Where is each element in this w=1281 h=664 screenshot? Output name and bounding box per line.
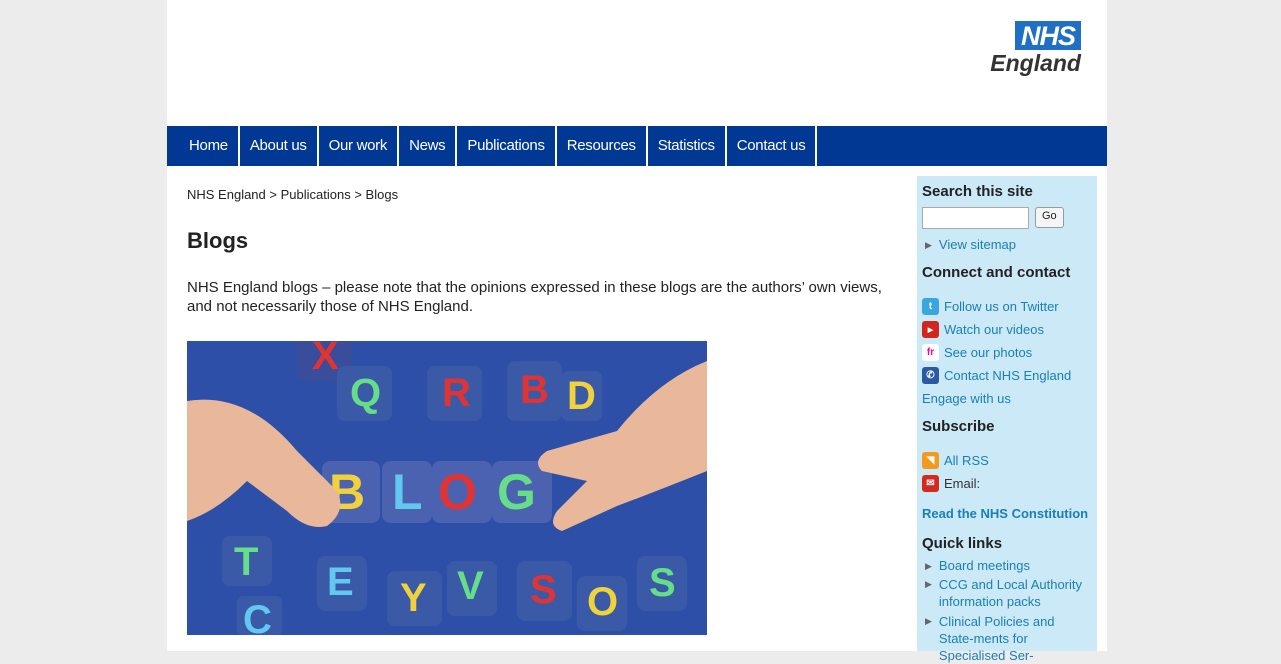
quick-link-board-meetings[interactable]: Board meetings [939, 558, 1030, 573]
nav-our-work[interactable]: Our work [319, 126, 400, 166]
page-title: Blogs [187, 228, 249, 253]
nav-publications[interactable]: Publications [457, 126, 557, 166]
nav-resources[interactable]: Resources [557, 126, 648, 166]
quick-links-heading: Quick links [922, 535, 1003, 552]
engage-link[interactable]: Engage with us [922, 391, 1011, 406]
phone-icon: ✆ [922, 367, 939, 384]
twitter-link[interactable]: Follow us on Twitter [944, 299, 1059, 314]
breadcrumb-publications[interactable]: Publications [281, 187, 351, 202]
svg-text:E: E [327, 560, 354, 604]
nav-news[interactable]: News [399, 126, 458, 166]
search-heading: Search this site [922, 183, 1033, 200]
view-sitemap-link[interactable]: View sitemap [939, 237, 1016, 252]
nhs-logo-box: NHS [1014, 21, 1081, 51]
svg-text:O: O [438, 464, 477, 520]
svg-text:Q: Q [350, 371, 381, 415]
rss-icon: ◥ [922, 452, 939, 469]
logo-england-text: England [990, 50, 1081, 76]
contact-link[interactable]: Contact NHS England [944, 368, 1071, 383]
breadcrumb-sep: > [265, 187, 281, 202]
breadcrumb-sep: > [350, 187, 366, 202]
blog-letters-illustration: X R B Q D T E Y V S O S C B L O G [187, 341, 707, 635]
blog-hero-image: X R B Q D T E Y V S O S C B L O G [187, 341, 707, 635]
flickr-icon: fr [922, 344, 939, 361]
go-button[interactable]: Go [1035, 207, 1064, 228]
subscribe-heading: Subscribe [922, 418, 995, 435]
connect-heading: Connect and contact [922, 264, 1071, 281]
constitution-link[interactable]: Read the NHS Constitution [922, 506, 1088, 521]
youtube-icon: ▶ [922, 321, 939, 338]
svg-text:D: D [567, 374, 596, 418]
svg-text:S: S [649, 561, 676, 605]
quick-link-clinical-policies[interactable]: Clinical Policies and State-ments for Sp… [939, 613, 1092, 664]
sidebar: Search this site Go ▶ View sitemap Conne… [917, 176, 1097, 663]
nav-home[interactable]: Home [167, 126, 240, 166]
svg-text:X: X [312, 341, 339, 378]
svg-text:S: S [530, 568, 557, 612]
svg-text:V: V [457, 564, 484, 608]
email-icon: ✉ [922, 475, 939, 492]
rss-link[interactable]: All RSS [944, 453, 989, 468]
svg-text:Y: Y [400, 576, 427, 620]
twitter-icon: t [922, 298, 939, 315]
quick-link-ccg-packs[interactable]: CCG and Local Authority information pack… [939, 576, 1092, 610]
triangle-right-icon: ▶ [925, 579, 932, 589]
page: NHS England Home About us Our work News … [167, 0, 1107, 663]
nhs-england-logo[interactable]: NHS England [988, 21, 1081, 75]
videos-link[interactable]: Watch our videos [944, 322, 1044, 337]
main-nav: Home About us Our work News Publications… [167, 126, 1107, 166]
svg-text:C: C [243, 598, 272, 635]
svg-text:O: O [587, 580, 618, 624]
triangle-right-icon: ▶ [925, 616, 932, 626]
svg-text:G: G [497, 464, 536, 520]
triangle-right-icon: ▶ [925, 561, 932, 571]
svg-text:L: L [392, 464, 423, 520]
breadcrumb-home[interactable]: NHS England [187, 187, 266, 202]
intro-text: NHS England blogs – please note that the… [187, 279, 882, 315]
nav-statistics[interactable]: Statistics [648, 126, 727, 166]
breadcrumb: NHS England > Publications > Blogs [187, 187, 398, 202]
email-label: Email: [944, 476, 981, 491]
breadcrumb-current: Blogs [365, 187, 399, 202]
svg-text:R: R [442, 371, 471, 415]
search-input[interactable] [922, 206, 1029, 229]
photos-link[interactable]: See our photos [944, 345, 1032, 360]
nav-contact-us[interactable]: Contact us [727, 126, 818, 166]
svg-text:T: T [234, 540, 258, 584]
nav-about-us[interactable]: About us [240, 126, 319, 166]
triangle-right-icon: ▶ [925, 240, 932, 250]
svg-text:B: B [520, 368, 549, 412]
